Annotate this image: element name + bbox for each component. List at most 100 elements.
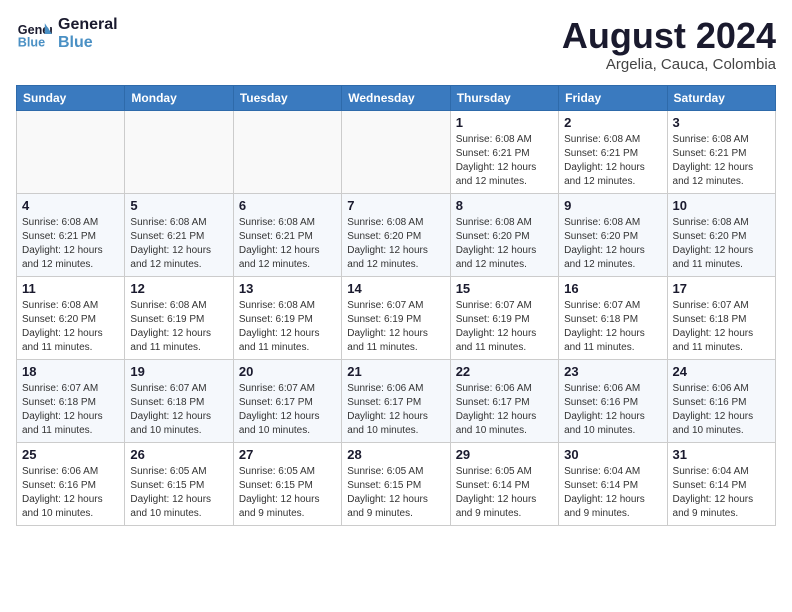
day-number: 25 — [22, 447, 119, 462]
day-info: Sunrise: 6:04 AMSunset: 6:14 PMDaylight:… — [564, 465, 661, 521]
day-number: 2 — [564, 115, 661, 130]
day-number: 29 — [456, 447, 553, 462]
day-info: Sunrise: 6:07 AMSunset: 6:18 PMDaylight:… — [673, 299, 770, 355]
day-info: Sunrise: 6:08 AMSunset: 6:21 PMDaylight:… — [673, 133, 770, 189]
day-number: 20 — [239, 364, 336, 379]
day-info: Sunrise: 6:07 AMSunset: 6:18 PMDaylight:… — [564, 299, 661, 355]
day-info: Sunrise: 6:08 AMSunset: 6:19 PMDaylight:… — [239, 299, 336, 355]
calendar-week-5: 25 Sunrise: 6:06 AMSunset: 6:16 PMDayligh… — [17, 442, 776, 525]
day-number: 12 — [130, 281, 227, 296]
day-info: Sunrise: 6:08 AMSunset: 6:20 PMDaylight:… — [22, 299, 119, 355]
day-info: Sunrise: 6:05 AMSunset: 6:15 PMDaylight:… — [130, 465, 227, 521]
day-number: 1 — [456, 115, 553, 130]
weekday-header-wednesday: Wednesday — [342, 85, 450, 110]
day-number: 21 — [347, 364, 444, 379]
day-info: Sunrise: 6:08 AMSunset: 6:20 PMDaylight:… — [673, 216, 770, 272]
weekday-header-friday: Friday — [559, 85, 667, 110]
day-info: Sunrise: 6:06 AMSunset: 6:16 PMDaylight:… — [564, 382, 661, 438]
day-number: 28 — [347, 447, 444, 462]
calendar-cell: 29 Sunrise: 6:05 AMSunset: 6:14 PMDayligh… — [450, 442, 558, 525]
day-number: 10 — [673, 198, 770, 213]
calendar-cell — [17, 110, 125, 193]
day-number: 30 — [564, 447, 661, 462]
calendar-header: SundayMondayTuesdayWednesdayThursdayFrid… — [17, 85, 776, 110]
logo: General Blue General Blue — [16, 16, 118, 52]
day-info: Sunrise: 6:08 AMSunset: 6:21 PMDaylight:… — [456, 133, 553, 189]
day-number: 15 — [456, 281, 553, 296]
day-info: Sunrise: 6:08 AMSunset: 6:20 PMDaylight:… — [564, 216, 661, 272]
calendar-cell: 14Sunrise: 6:07 AMSunset: 6:19 PMDayligh… — [342, 276, 450, 359]
day-info: Sunrise: 6:07 AMSunset: 6:18 PMDaylight:… — [22, 382, 119, 438]
day-number: 27 — [239, 447, 336, 462]
calendar-cell — [233, 110, 341, 193]
calendar-week-2: 4Sunrise: 6:08 AMSunset: 6:21 PMDaylight… — [17, 193, 776, 276]
day-info: Sunrise: 6:08 AMSunset: 6:19 PMDaylight:… — [130, 299, 227, 355]
day-info: Sunrise: 6:07 AMSunset: 6:19 PMDaylight:… — [347, 299, 444, 355]
calendar-cell: 22Sunrise: 6:06 AMSunset: 6:17 PMDayligh… — [450, 359, 558, 442]
calendar-week-4: 18 Sunrise: 6:07 AMSunset: 6:18 PMDayligh… — [17, 359, 776, 442]
day-number: 16 — [564, 281, 661, 296]
day-number: 7 — [347, 198, 444, 213]
day-info: Sunrise: 6:05 AMSunset: 6:15 PMDaylight:… — [347, 465, 444, 521]
day-number: 24 — [673, 364, 770, 379]
calendar-cell: 24 Sunrise: 6:06 AMSunset: 6:16 PMDayligh… — [667, 359, 775, 442]
calendar-cell: 7 Sunrise: 6:08 AMSunset: 6:20 PMDaylight… — [342, 193, 450, 276]
calendar-cell — [125, 110, 233, 193]
calendar-cell: 13Sunrise: 6:08 AMSunset: 6:19 PMDayligh… — [233, 276, 341, 359]
calendar-cell: 26 Sunrise: 6:05 AMSunset: 6:15 PMDayligh… — [125, 442, 233, 525]
day-number: 17 — [673, 281, 770, 296]
calendar-cell: 30 Sunrise: 6:04 AMSunset: 6:14 PMDayligh… — [559, 442, 667, 525]
calendar-cell: 31 Sunrise: 6:04 AMSunset: 6:14 PMDayligh… — [667, 442, 775, 525]
calendar-cell: 19 Sunrise: 6:07 AMSunset: 6:18 PMDayligh… — [125, 359, 233, 442]
day-info: Sunrise: 6:05 AMSunset: 6:14 PMDaylight:… — [456, 465, 553, 521]
calendar-cell: 6 Sunrise: 6:08 AMSunset: 6:21 PMDaylight… — [233, 193, 341, 276]
logo-blue: Blue — [58, 34, 118, 52]
weekday-header-sunday: Sunday — [17, 85, 125, 110]
day-number: 3 — [673, 115, 770, 130]
day-number: 18 — [22, 364, 119, 379]
day-number: 8 — [456, 198, 553, 213]
calendar-cell: 5 Sunrise: 6:08 AMSunset: 6:21 PMDaylight… — [125, 193, 233, 276]
day-number: 23 — [564, 364, 661, 379]
day-number: 19 — [130, 364, 227, 379]
day-number: 22 — [456, 364, 553, 379]
calendar-cell: 11 Sunrise: 6:08 AMSunset: 6:20 PMDayligh… — [17, 276, 125, 359]
day-number: 31 — [673, 447, 770, 462]
day-number: 11 — [22, 281, 119, 296]
calendar-cell: 23 Sunrise: 6:06 AMSunset: 6:16 PMDayligh… — [559, 359, 667, 442]
calendar-cell: 25 Sunrise: 6:06 AMSunset: 6:16 PMDayligh… — [17, 442, 125, 525]
calendar-cell: 9Sunrise: 6:08 AMSunset: 6:20 PMDaylight… — [559, 193, 667, 276]
calendar-cell: 21Sunrise: 6:06 AMSunset: 6:17 PMDayligh… — [342, 359, 450, 442]
page-header: General Blue General Blue August 2024 Ar… — [16, 16, 776, 73]
day-info: Sunrise: 6:08 AMSunset: 6:20 PMDaylight:… — [347, 216, 444, 272]
calendar-cell: 15 Sunrise: 6:07 AMSunset: 6:19 PMDayligh… — [450, 276, 558, 359]
calendar-cell: 3 Sunrise: 6:08 AMSunset: 6:21 PMDaylight… — [667, 110, 775, 193]
day-number: 5 — [130, 198, 227, 213]
month-year: August 2024 — [562, 16, 776, 56]
calendar-cell: 28 Sunrise: 6:05 AMSunset: 6:15 PMDayligh… — [342, 442, 450, 525]
title-block: August 2024 Argelia, Cauca, Colombia — [562, 16, 776, 73]
svg-text:Blue: Blue — [18, 36, 45, 50]
calendar-cell: 1 Sunrise: 6:08 AMSunset: 6:21 PMDaylight… — [450, 110, 558, 193]
day-number: 6 — [239, 198, 336, 213]
day-info: Sunrise: 6:07 AMSunset: 6:19 PMDaylight:… — [456, 299, 553, 355]
day-number: 26 — [130, 447, 227, 462]
location: Argelia, Cauca, Colombia — [562, 56, 776, 73]
calendar-week-3: 11 Sunrise: 6:08 AMSunset: 6:20 PMDayligh… — [17, 276, 776, 359]
calendar-body: 1 Sunrise: 6:08 AMSunset: 6:21 PMDaylight… — [17, 110, 776, 525]
weekday-header-saturday: Saturday — [667, 85, 775, 110]
calendar-cell: 2Sunrise: 6:08 AMSunset: 6:21 PMDaylight… — [559, 110, 667, 193]
logo-icon: General Blue — [16, 16, 52, 52]
calendar-cell: 12 Sunrise: 6:08 AMSunset: 6:19 PMDayligh… — [125, 276, 233, 359]
day-info: Sunrise: 6:08 AMSunset: 6:20 PMDaylight:… — [456, 216, 553, 272]
day-info: Sunrise: 6:08 AMSunset: 6:21 PMDaylight:… — [239, 216, 336, 272]
calendar-cell: 16 Sunrise: 6:07 AMSunset: 6:18 PMDayligh… — [559, 276, 667, 359]
calendar-table: SundayMondayTuesdayWednesdayThursdayFrid… — [16, 85, 776, 526]
day-info: Sunrise: 6:08 AMSunset: 6:21 PMDaylight:… — [130, 216, 227, 272]
calendar-week-1: 1 Sunrise: 6:08 AMSunset: 6:21 PMDaylight… — [17, 110, 776, 193]
day-info: Sunrise: 6:07 AMSunset: 6:18 PMDaylight:… — [130, 382, 227, 438]
day-info: Sunrise: 6:04 AMSunset: 6:14 PMDaylight:… — [673, 465, 770, 521]
day-info: Sunrise: 6:06 AMSunset: 6:16 PMDaylight:… — [673, 382, 770, 438]
day-info: Sunrise: 6:06 AMSunset: 6:16 PMDaylight:… — [22, 465, 119, 521]
calendar-cell — [342, 110, 450, 193]
